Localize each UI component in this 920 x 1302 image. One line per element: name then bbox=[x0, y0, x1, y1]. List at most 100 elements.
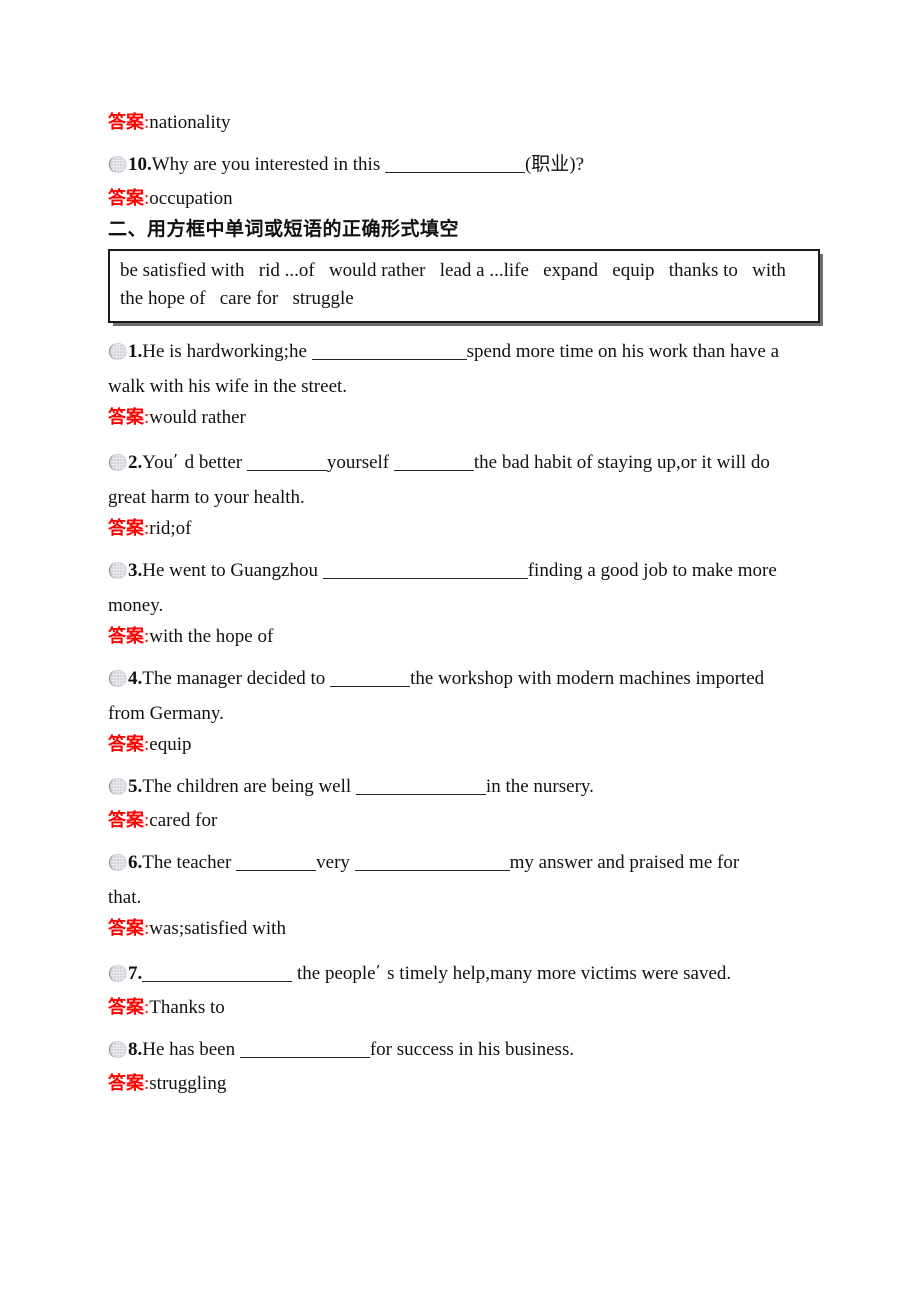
question-number: 2. bbox=[128, 452, 143, 473]
question-segment: He has been bbox=[142, 1039, 240, 1060]
question-segment: finding a good job to make more bbox=[527, 560, 777, 581]
question-number: 8. bbox=[128, 1039, 143, 1060]
question-3-continuation: money. bbox=[108, 595, 164, 616]
answer-blank[interactable] bbox=[311, 344, 467, 360]
question-8: 8.He has been for success in his busines… bbox=[108, 1031, 820, 1069]
answer-text: struggling bbox=[149, 1073, 227, 1094]
answer-line-4: 答案:equip bbox=[108, 730, 820, 760]
question-segment: He is hardworking;he bbox=[142, 341, 312, 362]
question-4-continuation: from Germany. bbox=[108, 703, 224, 724]
question-segment: my answer and praised me for bbox=[509, 852, 740, 873]
document-content: 答案:nationality 10.Why are you interested… bbox=[108, 108, 820, 1099]
question-4: 4.The manager decided to the workshop wi… bbox=[108, 660, 820, 698]
word-bank-box: be satisfied with rid ...of would rather… bbox=[108, 249, 820, 323]
answer-blank[interactable] bbox=[322, 563, 528, 579]
answer-blank[interactable] bbox=[142, 966, 293, 982]
answer-label: 答案 bbox=[108, 188, 144, 209]
question-segment: The manager decided to bbox=[142, 668, 331, 689]
answer-blank[interactable] bbox=[355, 779, 486, 795]
question-6-continuation: that. bbox=[108, 887, 142, 908]
answer-label: 答案 bbox=[108, 518, 144, 539]
question-segment: very bbox=[316, 852, 355, 873]
answer-line-6: 答案:was;satisfied with bbox=[108, 914, 820, 944]
answer-blank[interactable] bbox=[393, 455, 474, 471]
answer-text: nationality bbox=[149, 112, 231, 133]
answer-line-5: 答案:cared for bbox=[108, 806, 820, 836]
answer-label: 答案 bbox=[108, 997, 144, 1018]
question-number: 7. bbox=[128, 963, 143, 984]
answer-text: was;satisfied with bbox=[149, 918, 286, 939]
word-bank-line-1: be satisfied with rid ...of would rather… bbox=[120, 260, 786, 281]
apostrophe: ’ bbox=[173, 451, 178, 469]
answer-label: 答案 bbox=[108, 734, 144, 755]
question-segment: in the nursery. bbox=[485, 776, 594, 797]
question-number: 10. bbox=[128, 154, 152, 175]
question-segment: You bbox=[142, 452, 174, 473]
answer-blank[interactable] bbox=[384, 157, 525, 173]
sphere-bullet-icon bbox=[108, 561, 127, 580]
sphere-bullet-icon bbox=[108, 453, 127, 472]
answer-line-2: 答案:rid;of bbox=[108, 514, 820, 544]
sphere-bullet-icon bbox=[108, 1040, 127, 1059]
answer-line-8: 答案:struggling bbox=[108, 1069, 820, 1099]
question-2: 2.You’ d better yourself the bad habit o… bbox=[108, 441, 820, 482]
sphere-bullet-icon bbox=[108, 155, 127, 174]
question-6: 6.The teacher very my answer and praised… bbox=[108, 844, 820, 882]
question-number: 4. bbox=[128, 668, 143, 689]
question-10: 10.Why are you interested in this (职业)? bbox=[108, 146, 820, 184]
answer-text: would rather bbox=[149, 407, 246, 428]
question-segment: for success in his business. bbox=[369, 1039, 575, 1060]
answer-blank[interactable] bbox=[239, 1042, 370, 1058]
question-2-continuation: great harm to your health. bbox=[108, 487, 305, 508]
question-7: 7. the people’ s timely help,many more v… bbox=[108, 952, 820, 993]
question-segment: spend more time on his work than have a bbox=[466, 341, 780, 362]
answer-line-1: 答案:would rather bbox=[108, 403, 820, 433]
answer-line-nationality: 答案:nationality bbox=[108, 108, 820, 138]
word-bank-line-2: the hope of care for struggle bbox=[120, 288, 354, 309]
answer-blank[interactable] bbox=[354, 855, 510, 871]
answer-label: 答案 bbox=[108, 918, 144, 939]
question-segment: the bad habit of staying up,or it will d… bbox=[473, 452, 770, 473]
sphere-bullet-icon bbox=[108, 964, 127, 983]
question-segment: s timely help,many more victims were sav… bbox=[382, 963, 732, 984]
question-segment: The teacher bbox=[142, 852, 237, 873]
answer-text: rid;of bbox=[149, 518, 192, 539]
answer-blank[interactable] bbox=[246, 455, 327, 471]
sphere-bullet-icon bbox=[108, 853, 127, 872]
question-text-before: Why are you interested in this bbox=[151, 154, 385, 175]
answer-line-3: 答案:with the hope of bbox=[108, 622, 820, 652]
question-segment: the workshop with modern machines import… bbox=[410, 668, 765, 689]
question-segment: The children are being well bbox=[142, 776, 356, 797]
answer-label: 答案 bbox=[108, 626, 144, 647]
answer-line-occupation: 答案:occupation bbox=[108, 184, 820, 214]
sphere-bullet-icon bbox=[108, 342, 127, 361]
answer-label: 答案 bbox=[108, 407, 144, 428]
answer-text: occupation bbox=[149, 188, 233, 209]
question-1: 1.He is hardworking;he spend more time o… bbox=[108, 333, 820, 371]
sphere-bullet-icon bbox=[108, 669, 127, 688]
section-heading: 二、用方框中单词或短语的正确形式填空 bbox=[108, 218, 460, 240]
question-text-after: (职业)? bbox=[524, 154, 585, 175]
document-page: 答案:nationality 10.Why are you interested… bbox=[0, 0, 920, 1302]
answer-blank[interactable] bbox=[330, 671, 411, 687]
question-5: 5.The children are being well in the nur… bbox=[108, 768, 820, 806]
question-segment: the people bbox=[292, 963, 376, 984]
question-3: 3.He went to Guangzhou finding a good jo… bbox=[108, 552, 820, 590]
answer-label: 答案 bbox=[108, 810, 144, 831]
answer-label: 答案 bbox=[108, 1073, 144, 1094]
answer-label: 答案 bbox=[108, 112, 144, 133]
answer-text: cared for bbox=[149, 810, 218, 831]
question-segment: yourself bbox=[326, 452, 394, 473]
answer-line-7: 答案:Thanks to bbox=[108, 993, 820, 1023]
sphere-bullet-icon bbox=[108, 777, 127, 796]
question-1-continuation: walk with his wife in the street. bbox=[108, 376, 348, 397]
answer-text: equip bbox=[149, 734, 192, 755]
answer-text: with the hope of bbox=[149, 626, 274, 647]
question-number: 5. bbox=[128, 776, 143, 797]
question-number: 1. bbox=[128, 341, 143, 362]
answer-blank[interactable] bbox=[236, 855, 317, 871]
word-bank: be satisfied with rid ...of would rather… bbox=[108, 249, 820, 323]
question-segment: He went to Guangzhou bbox=[142, 560, 323, 581]
question-segment: d better bbox=[179, 452, 247, 473]
answer-text: Thanks to bbox=[149, 997, 225, 1018]
